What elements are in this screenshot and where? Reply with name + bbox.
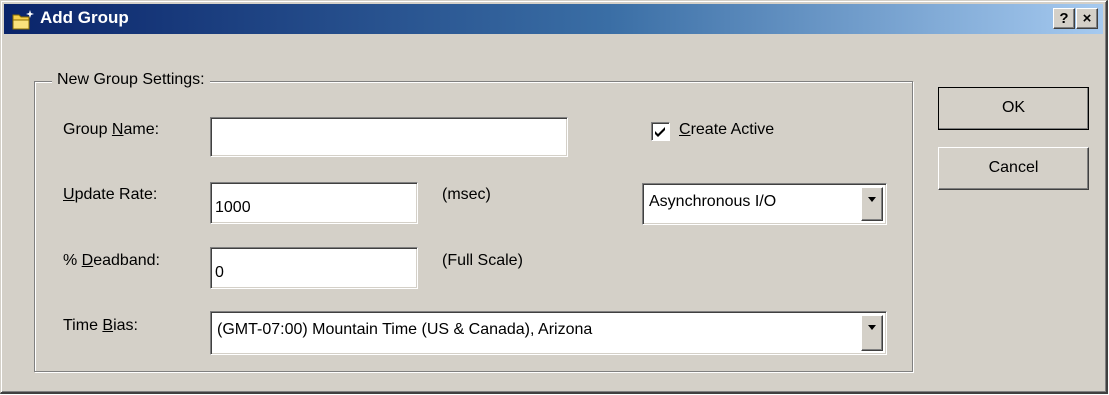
deadband-label: % Deadband:	[63, 252, 160, 269]
ok-button[interactable]: OK	[938, 87, 1089, 130]
help-icon: ?	[1059, 10, 1069, 27]
time-bias-value: (GMT-07:00) Mountain Time (US & Canada),…	[217, 321, 593, 338]
group-name-label: Group Name:	[63, 121, 160, 138]
update-rate-label: Update Rate:	[63, 186, 158, 203]
close-icon: ×	[1082, 10, 1092, 27]
update-rate-unit: (msec)	[442, 186, 491, 203]
deadband-unit: (Full Scale)	[442, 252, 523, 269]
window-title: Add Group	[40, 8, 129, 27]
deadband-input[interactable]	[210, 247, 418, 289]
help-button[interactable]: ?	[1053, 8, 1075, 29]
add-group-dialog: Add Group ? × New Group Settings: Group …	[0, 0, 1108, 394]
folder-sparkle-icon	[12, 9, 36, 31]
io-mode-value: Asynchronous I/O	[649, 193, 777, 210]
io-mode-select[interactable]: Asynchronous I/O	[642, 183, 887, 225]
update-rate-input[interactable]	[210, 182, 418, 224]
check-icon	[655, 127, 665, 137]
title-bar[interactable]: Add Group ? ×	[4, 4, 1103, 34]
create-active-label[interactable]: Create Active	[679, 121, 774, 139]
close-button[interactable]: ×	[1076, 8, 1098, 29]
time-bias-select[interactable]: (GMT-07:00) Mountain Time (US & Canada),…	[210, 311, 887, 355]
time-bias-label: Time Bias:	[63, 317, 138, 334]
group-name-input[interactable]	[210, 117, 568, 157]
chevron-down-icon[interactable]	[861, 315, 883, 351]
create-active-checkbox[interactable]	[651, 122, 670, 141]
chevron-down-icon[interactable]	[861, 187, 883, 221]
cancel-button[interactable]: Cancel	[938, 147, 1089, 190]
groupbox-legend: New Group Settings:	[52, 71, 210, 89]
